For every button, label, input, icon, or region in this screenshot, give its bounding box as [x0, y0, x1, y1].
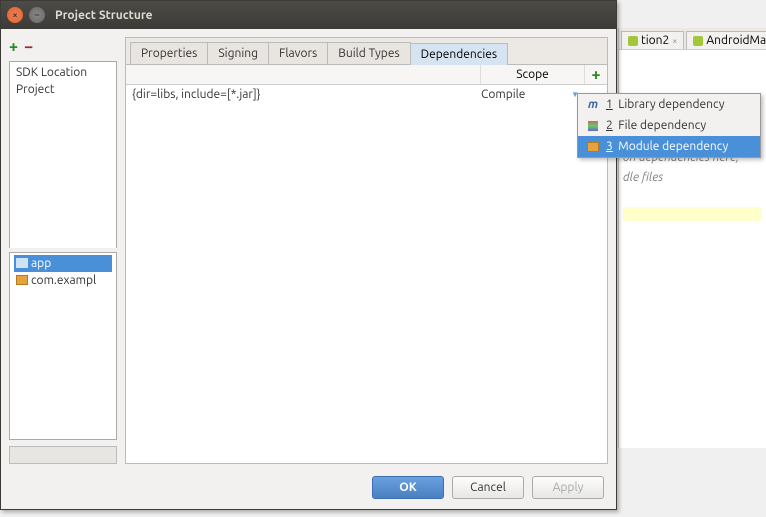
header-blank: [126, 65, 481, 84]
editor-tab[interactable]: AndroidMa: [686, 31, 766, 49]
add-dependency-menu: m 1 Library dependency 2 File dependency…: [577, 93, 761, 158]
titlebar: × – Project Structure: [1, 1, 616, 29]
dependency-scope[interactable]: Compile ▼: [475, 85, 585, 104]
sidebar-item-example[interactable]: com.exampl: [14, 272, 112, 289]
editor-tabs: tion2 × AndroidMa: [619, 28, 766, 50]
android-icon: [628, 36, 638, 46]
editor-tab-label: tion2: [641, 34, 669, 47]
menu-module-dependency[interactable]: 3 Module dependency: [578, 136, 760, 157]
cancel-button[interactable]: Cancel: [452, 476, 524, 499]
file-icon: [586, 120, 600, 132]
tabs: Properties Signing Flavors Build Types D…: [126, 38, 607, 65]
remove-module-icon[interactable]: −: [24, 39, 33, 55]
menu-library-dependency[interactable]: m 1 Library dependency: [578, 94, 760, 115]
header-scope: Scope: [481, 65, 585, 84]
sidebar-item-project[interactable]: Project: [14, 81, 112, 98]
module-list-modules: app com.exampl: [9, 252, 117, 440]
menu-label: File dependency: [618, 119, 706, 132]
sidebar-item-label: com.exampl: [31, 274, 96, 287]
apply-button: Apply: [532, 476, 604, 499]
tab-dependencies[interactable]: Dependencies: [410, 43, 508, 65]
main-panel: Properties Signing Flavors Build Types D…: [125, 37, 608, 464]
sidebar-item-app[interactable]: app: [14, 255, 112, 272]
tab-build-types[interactable]: Build Types: [327, 42, 410, 64]
sidebar: + − SDK Location Project app com.exampl: [9, 37, 117, 464]
android-icon: [693, 36, 703, 46]
plus-icon: +: [591, 67, 600, 83]
menu-file-dependency[interactable]: 2 File dependency: [578, 115, 760, 136]
dependencies-body: {dir=libs, include=[*.jar]} Compile ▼: [126, 85, 607, 463]
module-icon: [586, 141, 600, 153]
menu-key: 3: [606, 140, 613, 153]
dependency-name: {dir=libs, include=[*.jar]}: [126, 85, 475, 104]
highlight-line: [623, 207, 762, 221]
tab-flavors[interactable]: Flavors: [268, 42, 328, 64]
window-close-icon[interactable]: ×: [7, 7, 23, 23]
window-minimize-icon[interactable]: –: [29, 7, 45, 23]
library-icon: m: [586, 99, 600, 111]
scope-label: Compile: [481, 88, 525, 101]
sidebar-toolbar: + −: [9, 37, 117, 57]
project-structure-dialog: × – Project Structure + − SDK Location P…: [0, 0, 617, 510]
dependencies-header: Scope +: [126, 65, 607, 85]
window-title: Project Structure: [55, 9, 610, 22]
editor-tab[interactable]: tion2 ×: [621, 31, 684, 49]
dialog-buttons: OK Cancel Apply: [9, 470, 608, 501]
menu-key: 2: [606, 119, 613, 132]
ok-button[interactable]: OK: [372, 476, 444, 499]
menu-key: 1: [606, 98, 613, 111]
folder-icon: [16, 258, 28, 268]
editor-tab-label: AndroidMa: [706, 34, 766, 47]
menu-label: Module dependency: [618, 140, 728, 153]
scrollbar-horizontal[interactable]: [9, 446, 117, 464]
sidebar-item-label: app: [31, 257, 51, 270]
tab-close-icon[interactable]: ×: [672, 36, 677, 46]
tab-properties[interactable]: Properties: [130, 42, 208, 64]
dependency-row[interactable]: {dir=libs, include=[*.jar]} Compile ▼: [126, 85, 607, 104]
folder-icon: [16, 275, 28, 285]
add-module-icon[interactable]: +: [9, 39, 18, 55]
code-comment: dle files: [623, 168, 762, 187]
module-list: SDK Location Project: [9, 61, 117, 248]
menu-label: Library dependency: [618, 98, 724, 111]
background-editor: tion2 × AndroidMa radle:0.12.2' on depen…: [618, 28, 766, 448]
add-dependency-button[interactable]: +: [585, 65, 607, 84]
sidebar-item-sdk-location[interactable]: SDK Location: [14, 64, 112, 81]
tab-signing[interactable]: Signing: [207, 42, 269, 64]
